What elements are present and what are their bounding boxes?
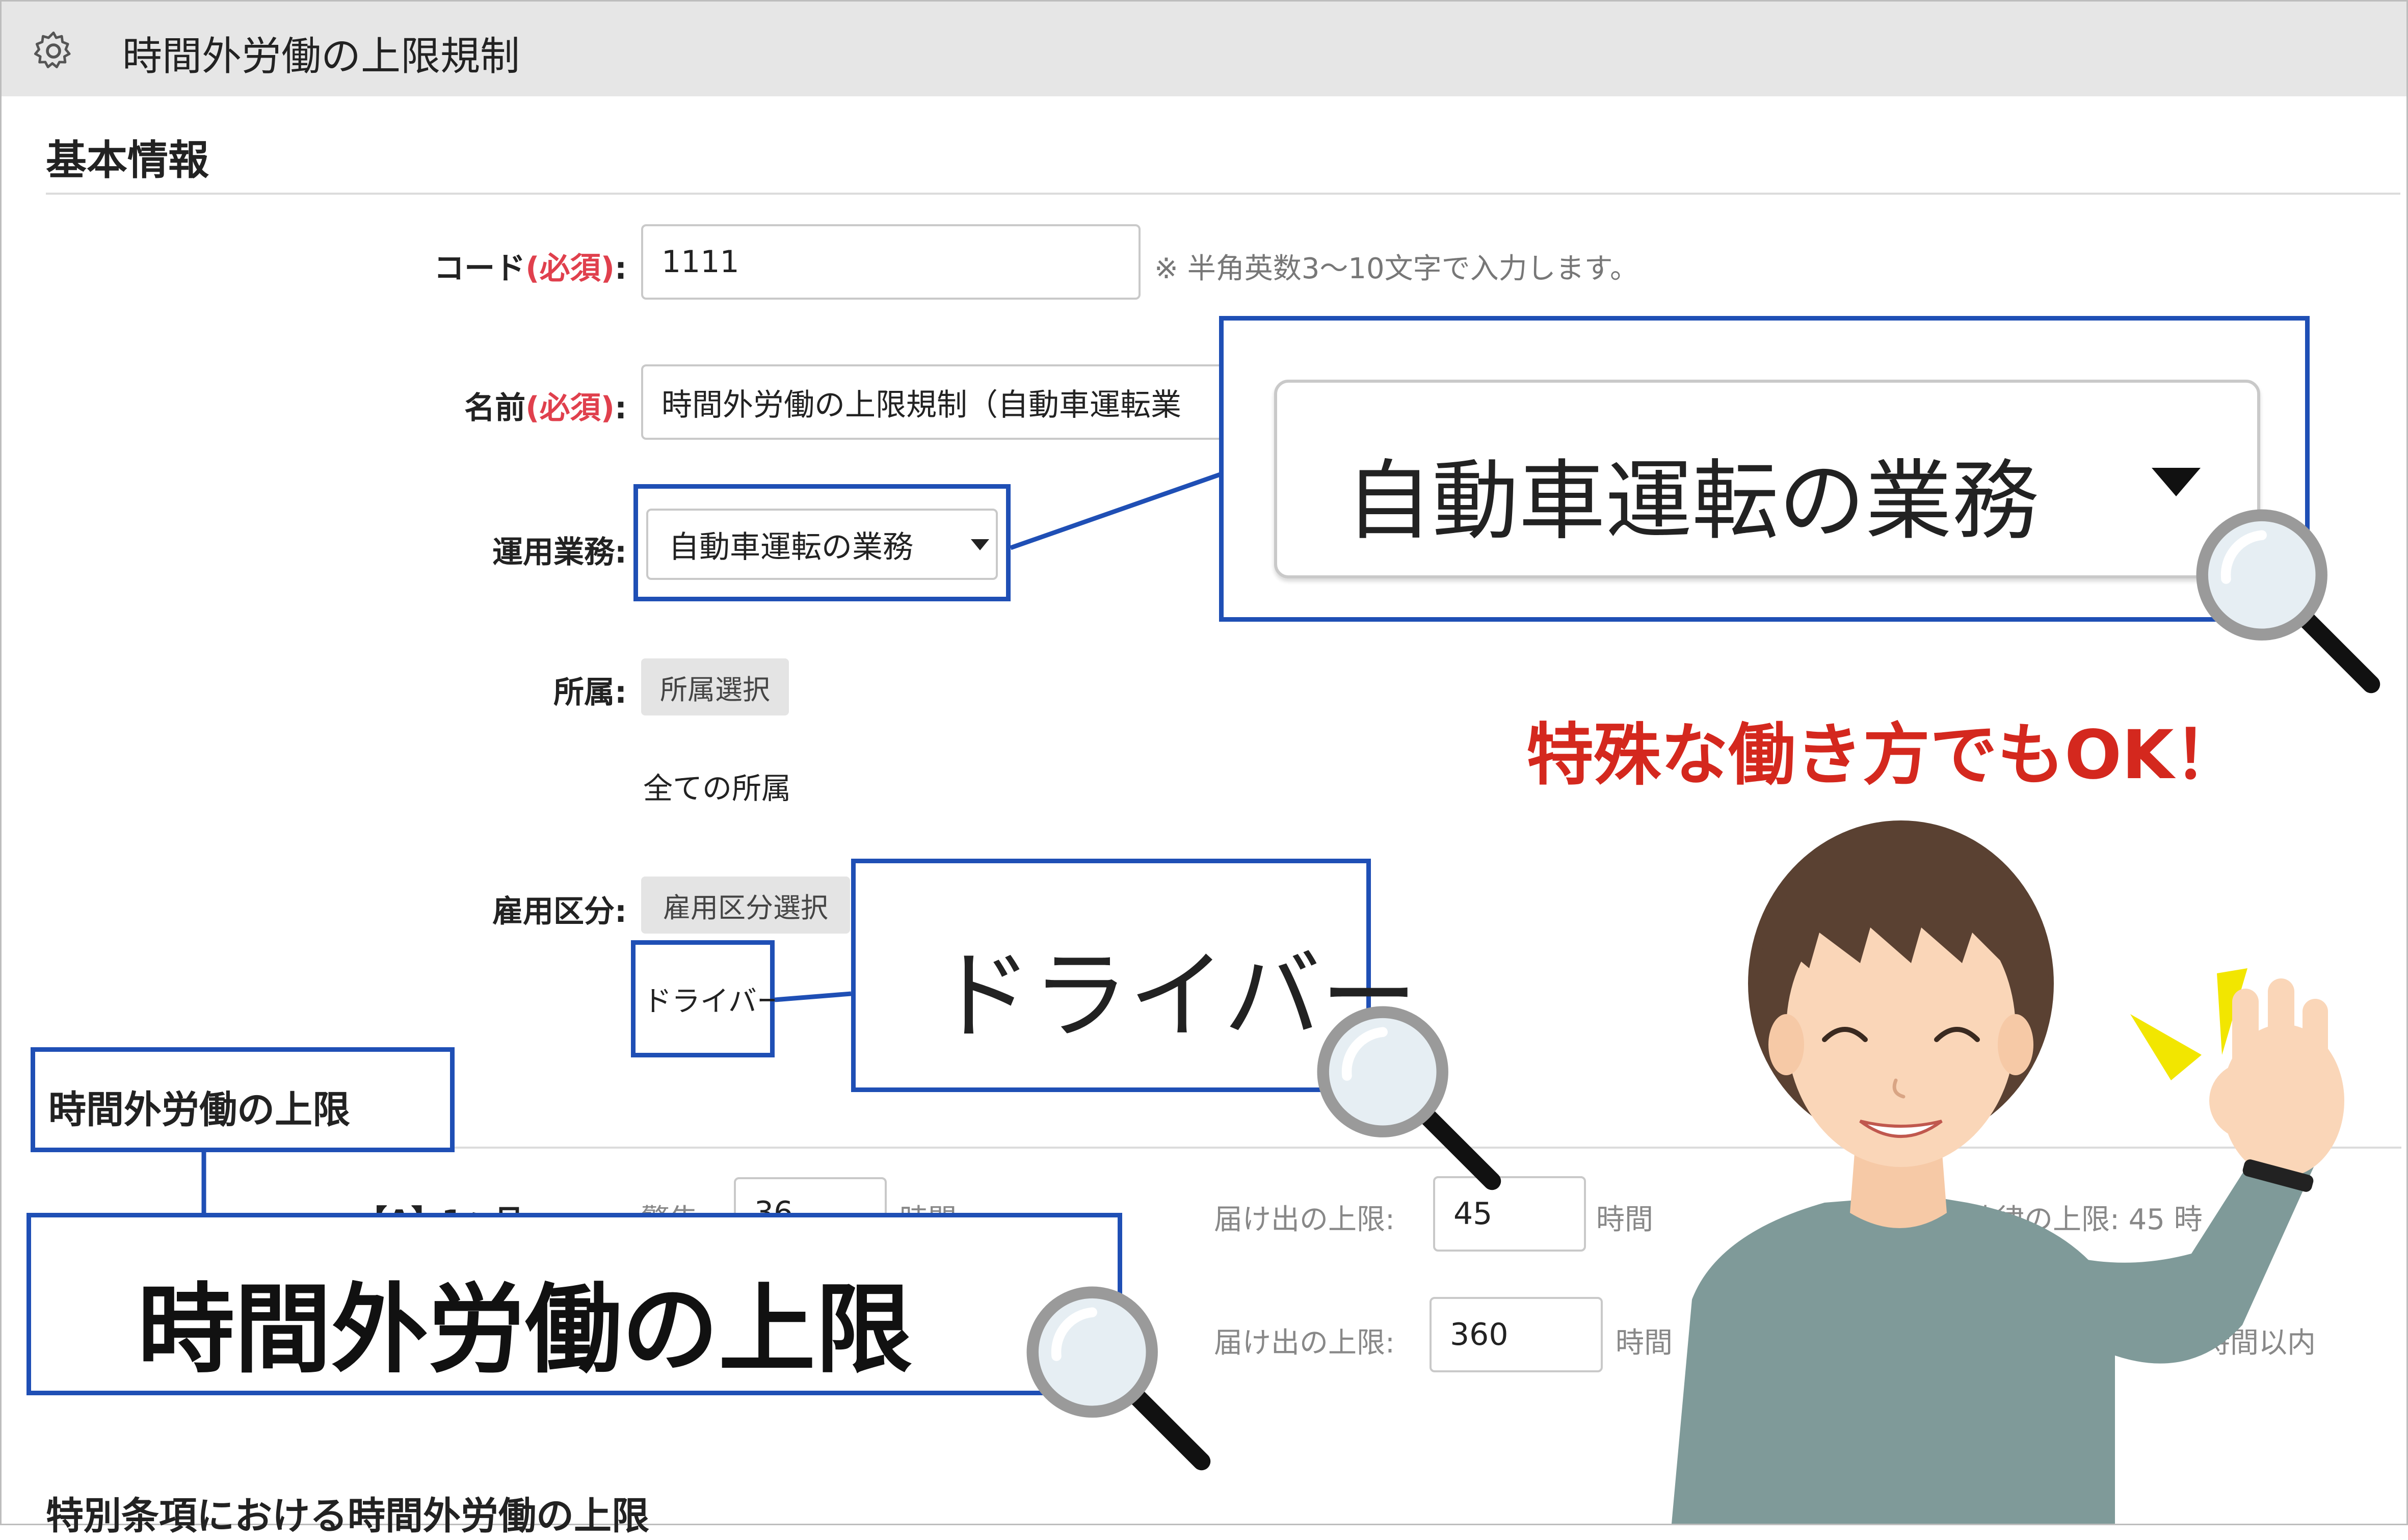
promo-text: 特殊な働き方でもOK！ (1526, 716, 2241, 794)
employment-select-button[interactable]: 雇用区分選択 (641, 877, 850, 934)
employment-value: ドライバー (643, 985, 785, 1018)
woman-ok-illustration (1672, 820, 2344, 1524)
notified-limit-unit-1: 時間 (1596, 1203, 1653, 1236)
affiliation-value: 全ての所属 (643, 771, 791, 806)
magnifier-icon (1317, 1006, 1501, 1190)
basic-info-heading: 基本情報 (46, 137, 209, 184)
affiliation-label: 所属: (553, 675, 627, 710)
name-label: 名前(必須): (464, 390, 627, 426)
employment-label: 雇用区分: (492, 894, 627, 930)
notified-limit-input-2[interactable]: 360 (1430, 1297, 1603, 1372)
page-title: 時間外労働の上限規制 (122, 34, 520, 79)
overtime-zoom-text: 時間外労働の上限 (138, 1273, 913, 1386)
operation-select[interactable]: 自動車運転の業務 (646, 509, 998, 580)
magnifier-icon (2196, 509, 2380, 694)
operation-zoom-text: 自動車運転の業務 (1345, 451, 2039, 552)
code-input[interactable]: 1111 (641, 224, 1141, 300)
operation-select-value: 自動車運転の業務 (669, 529, 913, 565)
overtime-heading: 時間外労働の上限 (48, 1088, 350, 1132)
zoom-chevron-down-icon (2152, 468, 2201, 496)
gear-icon[interactable] (31, 28, 76, 74)
code-hint: ※ 半角英数3〜10文字で入力します。 (1154, 252, 1639, 285)
magnifier-icon (1026, 1286, 1211, 1471)
operation-label: 運用業務: (492, 535, 627, 570)
section-divider (46, 193, 2400, 195)
chevron-down-icon (971, 539, 989, 550)
affiliation-select-button[interactable]: 所属選択 (641, 658, 789, 715)
notified-limit-label-1: 届け出の上限: (1214, 1203, 1395, 1236)
name-input[interactable]: 時間外労働の上限規制（自動車運転業 (641, 364, 1227, 440)
notified-limit-label-2: 届け出の上限: (1214, 1326, 1395, 1360)
code-label: コード(必須): (434, 251, 627, 286)
special-clause-heading: 特別条項における時間外労働の上限 (46, 1494, 649, 1538)
